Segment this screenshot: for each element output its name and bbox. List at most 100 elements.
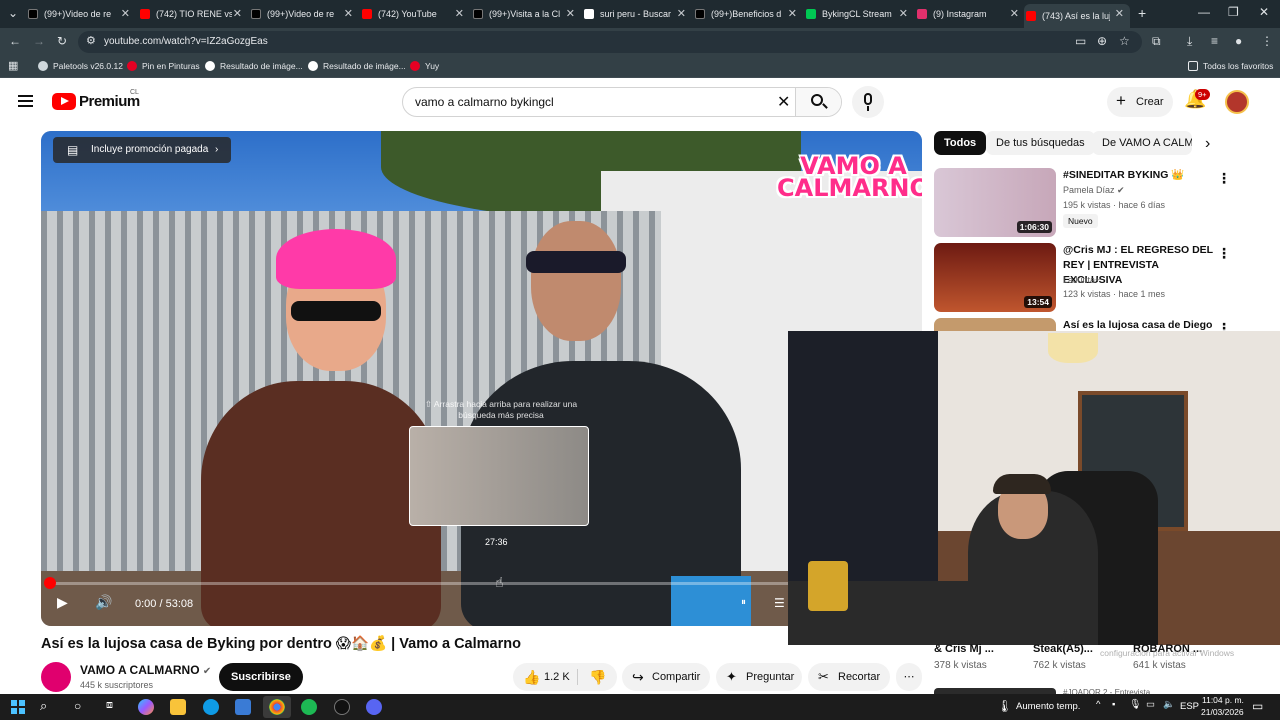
recommendation-title[interactable]: Steak(A5)... [1033, 643, 1093, 655]
browser-tab-active[interactable]: (743) Así es la lujo ✕ [1024, 4, 1130, 28]
browser-tab[interactable]: (9) Instagram ✕ [915, 4, 1025, 24]
tray-chevron-icon[interactable]: ^ [1096, 699, 1100, 710]
bookmark-item[interactable]: Resultado de imáge... [308, 61, 406, 71]
chapters-icon[interactable]: ☰ [774, 596, 785, 610]
reading-list-icon[interactable]: ≡ [1211, 34, 1218, 48]
hamburger-menu-icon[interactable] [18, 95, 33, 97]
spotify-icon[interactable] [301, 699, 317, 715]
browser-tab[interactable]: (99+)Video de re ✕ [26, 4, 136, 24]
thumbs-up-icon[interactable]: 👍 [523, 663, 540, 691]
browser-tab[interactable]: (99+)Beneficios d ✕ [693, 4, 803, 24]
site-info-icon[interactable]: ⚙ [86, 34, 96, 47]
close-window-icon[interactable]: ✕ [1259, 5, 1269, 19]
more-options-icon[interactable]: ⋮ [1217, 320, 1231, 331]
minimize-icon[interactable]: — [1198, 5, 1210, 19]
back-icon[interactable]: ← [9, 34, 21, 48]
channel-avatar[interactable] [41, 662, 71, 692]
recommendation-item[interactable]: Así es la lujosa casa de Diego ⋮ [934, 318, 1254, 331]
recommendation-thumbnail[interactable]: 13:54 [934, 243, 1056, 312]
channel-name[interactable]: VAMO A CALMARNO ✔ [80, 663, 211, 677]
recommendation-channel[interactable]: LaJunta+ [1063, 275, 1100, 285]
thumbs-down-icon[interactable]: 👎 [589, 663, 606, 691]
tray-icon[interactable]: ▪ [1112, 699, 1115, 710]
recommendation-channel[interactable]: Pamela Díaz ✔ [1063, 185, 1125, 196]
like-count[interactable]: 1.2 K [544, 663, 570, 691]
progress-scrubber[interactable] [44, 577, 56, 589]
bookmark-item[interactable]: Pin en Pinturas [127, 61, 200, 71]
search-button[interactable] [795, 88, 841, 116]
task-view-icon[interactable]: ⧈ [106, 699, 113, 712]
browser-tab[interactable]: (742) YouTube ✕ [360, 4, 470, 24]
close-tab-icon[interactable]: ✕ [677, 7, 686, 20]
file-explorer-icon[interactable] [170, 699, 186, 715]
all-favorites[interactable]: Todos los favoritos [1188, 61, 1273, 71]
close-tab-icon[interactable]: ✕ [455, 7, 464, 20]
recommendation-thumbnail[interactable]: 1:06:30 [934, 168, 1056, 237]
microphone-tray-icon[interactable]: 🎙 [1129, 699, 1141, 710]
clip-button[interactable]: ✂ Recortar [808, 663, 890, 691]
store-icon[interactable] [235, 699, 251, 715]
recommendation-item[interactable]: 13:54 @Cris MJ : EL REGRESO DEL REY | EN… [934, 243, 1254, 312]
search-input[interactable]: vamo a calmarno bykingcl [415, 95, 554, 109]
chip-from-channel[interactable]: De VAMO A CALMARNO [1092, 131, 1192, 155]
browser-tab[interactable]: suri peru - Buscar ✕ [582, 4, 692, 24]
voice-search-button[interactable] [852, 86, 884, 118]
tab-search-icon[interactable]: ⌄ [8, 6, 18, 20]
close-tab-icon[interactable]: ✕ [788, 7, 797, 20]
close-tab-icon[interactable]: ✕ [121, 7, 130, 20]
recommendation-item[interactable]: 1:06:30 #SINEDITAR BYKING 👑 Pamela Díaz … [934, 168, 1254, 237]
play-icon[interactable]: ▶ [57, 594, 68, 611]
discord-icon[interactable] [366, 699, 382, 715]
apps-icon[interactable]: ▦ [8, 59, 18, 72]
forward-icon[interactable]: → [33, 34, 45, 48]
more-options-icon[interactable]: ⋮ [1217, 245, 1231, 262]
ask-button[interactable]: ✦ Preguntar [716, 663, 802, 691]
close-tab-icon[interactable]: ✕ [899, 7, 908, 20]
bookmark-star-icon[interactable]: ☆ [1119, 34, 1130, 48]
clock-date[interactable]: 21/03/2026 [1201, 707, 1244, 717]
language-indicator[interactable]: ESP [1180, 701, 1199, 712]
close-tab-icon[interactable]: ✕ [344, 7, 353, 20]
bookmark-item[interactable]: Resultado de imáge... [205, 61, 303, 71]
speaker-icon[interactable]: 🔈 [1163, 699, 1175, 710]
autoplay-pause-icon[interactable]: ⏸ [741, 597, 746, 608]
chrome-icon[interactable] [269, 699, 285, 715]
browser-tab[interactable]: (99+)Video de re ✕ [249, 4, 359, 24]
volume-icon[interactable]: 🔊 [95, 594, 112, 611]
subscribe-button[interactable]: Suscribirse [219, 663, 303, 691]
more-options-icon[interactable]: ⋮ [1217, 170, 1231, 187]
recommendation-title[interactable]: Así es la lujosa casa de Diego [1063, 318, 1223, 331]
avatar[interactable] [1225, 90, 1249, 114]
weather-text[interactable]: Aumento temp. [1016, 701, 1080, 712]
browser-tab[interactable]: BykingCL Stream ✕ [804, 4, 914, 24]
clock-time[interactable]: 11:04 p. m. [1202, 695, 1244, 705]
recommendation-thumbnail[interactable] [934, 318, 1056, 331]
close-tab-icon[interactable]: ✕ [566, 7, 575, 20]
obs-icon[interactable] [334, 699, 350, 715]
new-tab-icon[interactable]: + [1138, 5, 1146, 21]
network-icon[interactable]: ▭ [1146, 699, 1155, 710]
recommendation-title[interactable]: & Cris Mj ... [934, 643, 994, 655]
extensions-icon[interactable]: ⧉ [1152, 34, 1161, 49]
youtube-logo-icon[interactable] [52, 93, 76, 110]
edge-icon[interactable] [203, 699, 219, 715]
windows-start-icon[interactable] [10, 699, 26, 715]
more-actions-button[interactable]: ⋯ [896, 663, 922, 691]
menu-icon[interactable]: ⋮ [1261, 34, 1273, 48]
close-tab-icon[interactable]: ✕ [1010, 7, 1019, 20]
cast-icon[interactable]: ▭ [1075, 34, 1086, 48]
bookmark-item[interactable]: Yuy [410, 61, 439, 71]
zoom-icon[interactable]: ⊕ [1097, 34, 1107, 48]
profile-icon[interactable]: ● [1235, 34, 1242, 48]
bookmark-item[interactable]: Paletools v26.0.12 [38, 61, 123, 71]
browser-tab[interactable]: (742) TIO RENE vs ✕ [138, 4, 248, 24]
address-bar[interactable]: youtube.com/watch?v=IZ2aGozgEas [78, 31, 1142, 53]
chip-from-searches[interactable]: De tus búsquedas [986, 131, 1095, 155]
copilot-icon[interactable] [138, 699, 154, 715]
cortana-icon[interactable]: ○ [74, 699, 81, 713]
clear-search-icon[interactable]: ✕ [777, 92, 790, 112]
chip-all[interactable]: Todos [934, 131, 987, 155]
browser-tab[interactable]: (99+)Visita a la Cl ✕ [471, 4, 581, 24]
share-button[interactable]: ↪ Compartir [622, 663, 710, 691]
chevron-right-icon[interactable]: › [1205, 135, 1210, 153]
